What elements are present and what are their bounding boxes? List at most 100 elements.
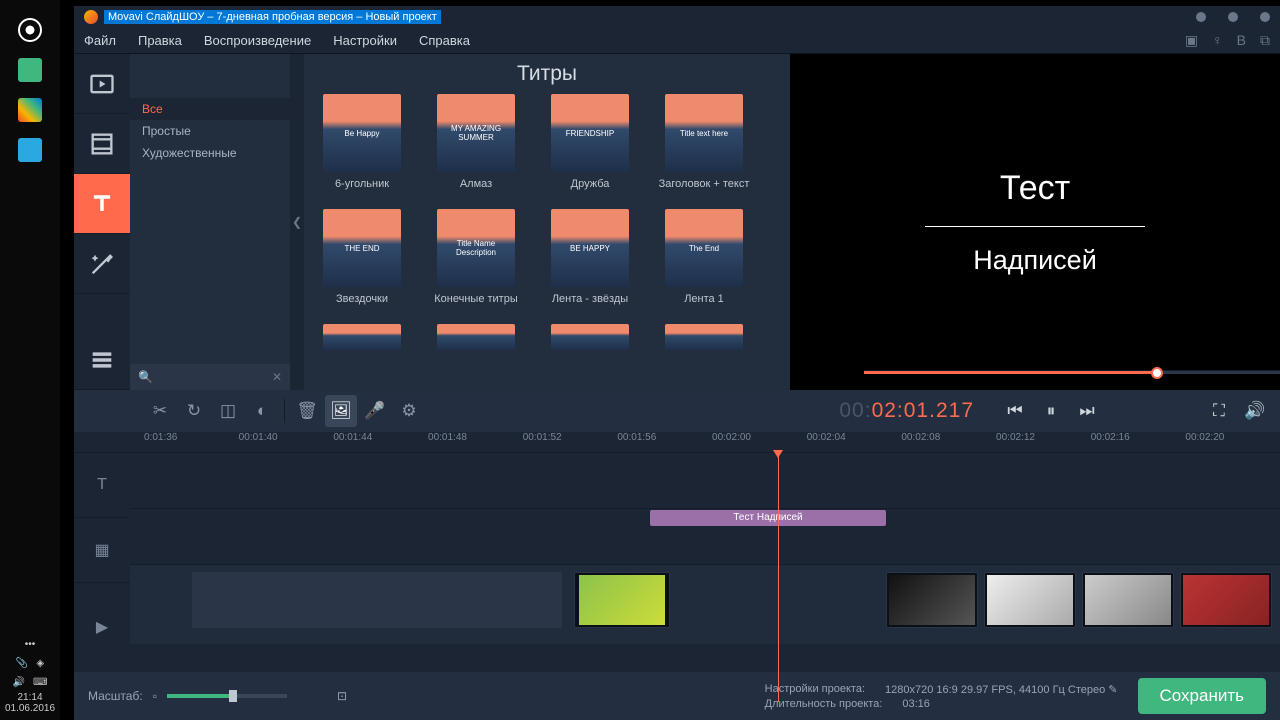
delete-button[interactable]: 🗑 — [291, 395, 323, 427]
menu-settings[interactable]: Настройки — [333, 33, 397, 48]
preset-thumb: Title Name Description — [437, 209, 515, 287]
title-preset[interactable]: FRIENDSHIPДружба — [544, 94, 636, 191]
titles-gallery: Титры Be Happy6-угольникMY AMAZING SUMME… — [304, 54, 790, 390]
zoom-out-icon[interactable]: ▫ — [153, 689, 157, 703]
project-duration-value: 03:16 — [902, 698, 930, 710]
track-overlay-icon[interactable]: ▦ — [74, 517, 130, 582]
title-preset[interactable]: Title Name Description Конечные титры — [430, 209, 522, 306]
category-artistic[interactable]: Художественные — [130, 142, 290, 164]
rail-filters[interactable] — [74, 114, 130, 174]
dock-icon[interactable] — [18, 18, 42, 42]
maximize-icon[interactable] — [1228, 12, 1238, 22]
clock-date: 01.06.2016 — [5, 703, 55, 714]
titles-track[interactable] — [130, 452, 1280, 508]
title-preset[interactable]: Title text hereЗаголовок + текст — [658, 94, 750, 191]
ruler-tick: 00:02:00 — [712, 432, 807, 452]
window-title: Movavi СлайдШОУ – 7-дневная пробная верс… — [104, 10, 441, 24]
video-clip[interactable] — [574, 572, 670, 628]
title-preset[interactable] — [544, 324, 636, 350]
pause-button[interactable]: ⏸ — [1036, 396, 1066, 426]
preview-canvas[interactable]: Тест Надписей — [790, 54, 1280, 390]
prev-button[interactable]: ⏮ — [1000, 396, 1030, 426]
next-button[interactable]: ⏭ — [1072, 396, 1102, 426]
preset-thumb — [437, 324, 515, 350]
rail-effects[interactable] — [74, 234, 130, 294]
image-button[interactable]: 🖼 — [325, 395, 357, 427]
preset-thumb — [551, 324, 629, 350]
ok-icon[interactable]: ♀ — [1212, 32, 1223, 49]
dock-icon[interactable] — [18, 98, 42, 122]
color-button[interactable]: ◐ — [246, 395, 278, 427]
menu-edit[interactable]: Правка — [138, 33, 182, 48]
youtube-icon[interactable]: ▣ — [1185, 32, 1198, 49]
title-preset[interactable]: THE ENDЗвездочки — [316, 209, 408, 306]
rail-more[interactable] — [74, 330, 130, 390]
time-ruler[interactable]: 0:01:3600:01:4000:01:4400:01:4800:01:520… — [74, 432, 1280, 452]
video-clip[interactable] — [1180, 572, 1272, 628]
ruler-tick: 00:02:20 — [1185, 432, 1280, 452]
cut-button[interactable]: ✂ — [144, 395, 176, 427]
fullscreen-button[interactable]: ⛶ — [1204, 396, 1234, 426]
preset-thumb: The End — [665, 209, 743, 287]
category-all[interactable]: Все — [130, 98, 290, 120]
title-preset[interactable]: MY AMAZING SUMMERАлмаз — [430, 94, 522, 191]
category-search[interactable]: 🔍 ✕ — [130, 364, 290, 390]
app-logo-icon — [84, 10, 98, 24]
video-clip[interactable] — [984, 572, 1076, 628]
preset-label: Конечные титры — [434, 293, 517, 306]
preset-thumb: BE HAPPY — [551, 209, 629, 287]
project-settings-label: Настройки проекта: — [765, 683, 865, 696]
title-preset[interactable] — [316, 324, 408, 350]
track-titles-icon[interactable]: T — [74, 452, 130, 517]
title-preset[interactable]: Be Happy6-угольник — [316, 94, 408, 191]
video-clip[interactable] — [1082, 572, 1174, 628]
mic-button[interactable]: 🎤 — [359, 395, 391, 427]
video-clip[interactable] — [192, 572, 562, 628]
menu-file[interactable]: Файл — [84, 33, 116, 48]
rotate-button[interactable]: ↻ — [178, 395, 210, 427]
timecode: 00:02:01.217 — [839, 399, 974, 423]
zoom-fit-icon[interactable]: ⊡ — [337, 689, 347, 703]
settings-button[interactable]: ⚙ — [393, 395, 425, 427]
zoom-slider[interactable] — [167, 694, 287, 698]
menu-help[interactable]: Справка — [419, 33, 470, 48]
timeline-toolbar: ✂ ↻ ◫ ◐ 🗑 🖼 🎤 ⚙ 00:02:01.217 ⏮ ⏸ ⏭ ⛶ 🔊 — [74, 390, 1280, 432]
dock-icon[interactable] — [18, 138, 42, 162]
video-clip[interactable] — [886, 572, 978, 628]
track-video-icon[interactable]: ▶ — [74, 582, 130, 672]
dock-icon[interactable] — [18, 58, 42, 82]
clock-time: 21:14 — [17, 692, 42, 703]
playhead[interactable] — [778, 452, 779, 702]
preset-label: Лента - звёзды — [552, 293, 628, 306]
rail-titles[interactable] — [74, 174, 130, 234]
project-settings-value: 1280x720 16:9 29.97 FPS, 44100 Гц Стерео… — [885, 683, 1118, 696]
rail-media[interactable] — [74, 54, 130, 114]
preview-subtitle: Надписей — [973, 245, 1097, 276]
os-taskbar: ••• 📎◈ 🔊⌨ 21:14 01.06.2016 — [0, 635, 60, 720]
vk-icon[interactable]: B — [1237, 32, 1246, 49]
volume-button[interactable]: 🔊 — [1240, 396, 1270, 426]
close-icon[interactable] — [1260, 12, 1270, 22]
menu-playback[interactable]: Воспроизведение — [204, 33, 311, 48]
title-clip[interactable]: Тест Надписей — [650, 510, 886, 526]
seek-slider[interactable] — [864, 366, 1280, 378]
ruler-tick: 00:02:08 — [901, 432, 996, 452]
timeline: T ▦ ▶ Тест Надписей — [74, 452, 1280, 672]
titlebar[interactable]: Movavi СлайдШОУ – 7-дневная пробная верс… — [74, 6, 1280, 28]
share-icon[interactable]: ⧉ — [1260, 32, 1270, 49]
preview-title: Тест — [1000, 169, 1070, 208]
title-preset[interactable]: BE HAPPY Лента - звёзды — [544, 209, 636, 306]
crop-button[interactable]: ◫ — [212, 395, 244, 427]
title-preset[interactable] — [658, 324, 750, 350]
save-button[interactable]: Сохранить — [1138, 678, 1266, 714]
minimize-icon[interactable] — [1196, 12, 1206, 22]
title-preset[interactable] — [430, 324, 522, 350]
title-preset[interactable]: The EndЛента 1 — [658, 209, 750, 306]
preset-thumb: Title text here — [665, 94, 743, 172]
tray-icons: ••• — [25, 639, 36, 650]
edit-icon[interactable]: ✎ — [1108, 684, 1117, 696]
category-simple[interactable]: Простые — [130, 120, 290, 142]
ruler-tick: 00:01:40 — [239, 432, 334, 452]
collapse-handle[interactable]: ❮ — [290, 54, 304, 390]
clear-icon[interactable]: ✕ — [272, 370, 282, 384]
